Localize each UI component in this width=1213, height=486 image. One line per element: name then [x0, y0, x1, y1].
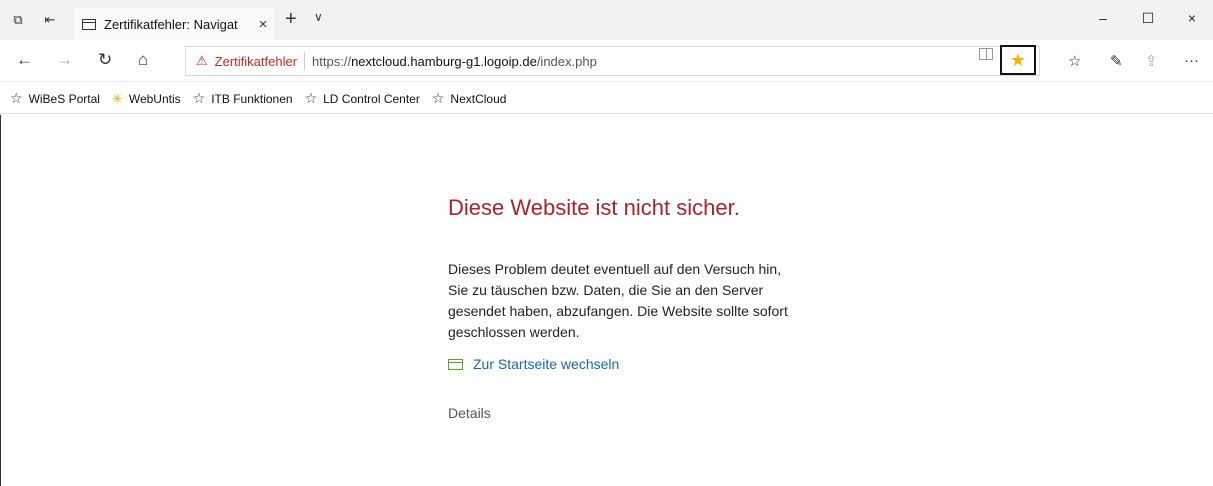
tab-close-icon[interactable]: ×	[252, 16, 274, 33]
forward-button[interactable]: →	[56, 51, 73, 69]
browser-tab[interactable]: Zertifikatfehler: Navigat ×	[74, 8, 274, 40]
error-title: Diese Website ist nicht sicher.	[448, 195, 740, 220]
show-aside-tabs-icon[interactable]: ⇤	[42, 12, 58, 28]
certificate-error-label[interactable]: Zertifikatfehler	[215, 54, 297, 69]
favorite-webuntis[interactable]: ✳ WebUntis	[112, 91, 181, 107]
favorite-label: WiBeS Portal	[28, 91, 100, 106]
favorite-label: NextCloud	[450, 91, 507, 106]
favorite-label: WebUntis	[128, 91, 181, 106]
details-toggle[interactable]: Details	[448, 405, 491, 421]
close-window-button[interactable]: ×	[1182, 10, 1202, 26]
star-outline-icon: ☆	[431, 90, 445, 106]
url-path[interactable]: /index.php	[537, 54, 597, 69]
star-outline-icon: ☆	[10, 90, 23, 106]
favorite-label: ITB Funktionen	[211, 91, 293, 106]
url-separator	[304, 52, 306, 70]
favorite-ld-control-center[interactable]: ☆ LD Control Center	[305, 90, 420, 107]
star-outline-icon: ☆	[192, 90, 206, 106]
tab-preview-chevron-icon[interactable]: ∨	[314, 10, 323, 24]
start-page-link-label[interactable]: Zur Startseite wechseln	[473, 356, 619, 372]
warning-icon[interactable]: ⚠	[196, 53, 208, 69]
favorites-hub-icon[interactable]: ☆	[1068, 52, 1081, 70]
favorite-nextcloud[interactable]: ☆ NextCloud	[432, 90, 507, 107]
more-options-icon[interactable]: ···	[1184, 52, 1199, 69]
refresh-button[interactable]: ↻	[98, 51, 112, 69]
share-icon[interactable]: ⇪	[1145, 52, 1158, 70]
error-description: Dieses Problem deutet eventuell auf den …	[448, 261, 788, 340]
address-bar[interactable]: ⚠ Zertifikatfehler https:// nextcloud.ha…	[185, 46, 1040, 76]
tab-title: Zertifikatfehler: Navigat	[104, 16, 238, 32]
favorites-bar: ☆ WiBeS Portal ✳ WebUntis ☆ ITB Funktion…	[0, 84, 1213, 114]
favorite-itb-funktionen[interactable]: ☆ ITB Funktionen	[193, 90, 293, 107]
home-button[interactable]: ⌂	[138, 51, 148, 69]
reading-view-icon[interactable]	[979, 48, 993, 60]
set-aside-tabs-icon[interactable]: ⧉	[10, 12, 26, 28]
webuntis-icon: ✳	[111, 90, 123, 106]
page-content: Diese Website ist nicht sicher. Dieses P…	[0, 115, 1213, 486]
page-icon	[82, 18, 96, 30]
url-host[interactable]: nextcloud.hamburg-g1.logoip.de	[351, 54, 537, 69]
web-notes-icon[interactable]: ✎	[1110, 52, 1123, 70]
add-favorite-button[interactable]: ★	[1000, 45, 1036, 75]
back-button[interactable]: ←	[16, 51, 33, 69]
maximize-button[interactable]: ☐	[1138, 10, 1158, 27]
minimize-button[interactable]: –	[1093, 10, 1113, 26]
navigation-toolbar: ← → ↻ ⌂ ⚠ Zertifikatfehler https:// next…	[0, 40, 1213, 82]
title-bar: ⧉ ⇤ Zertifikatfehler: Navigat × + ∨ – ☐ …	[0, 0, 1213, 40]
star-outline-icon: ☆	[304, 90, 318, 106]
new-tab-button[interactable]: +	[285, 8, 297, 31]
favorite-label: LD Control Center	[323, 91, 420, 106]
start-page-icon	[448, 358, 463, 370]
url-scheme[interactable]: https://	[312, 54, 351, 69]
favorite-wibes-portal[interactable]: ☆ WiBeS Portal	[10, 90, 100, 107]
go-to-start-page-link[interactable]: Zur Startseite wechseln	[448, 356, 619, 372]
